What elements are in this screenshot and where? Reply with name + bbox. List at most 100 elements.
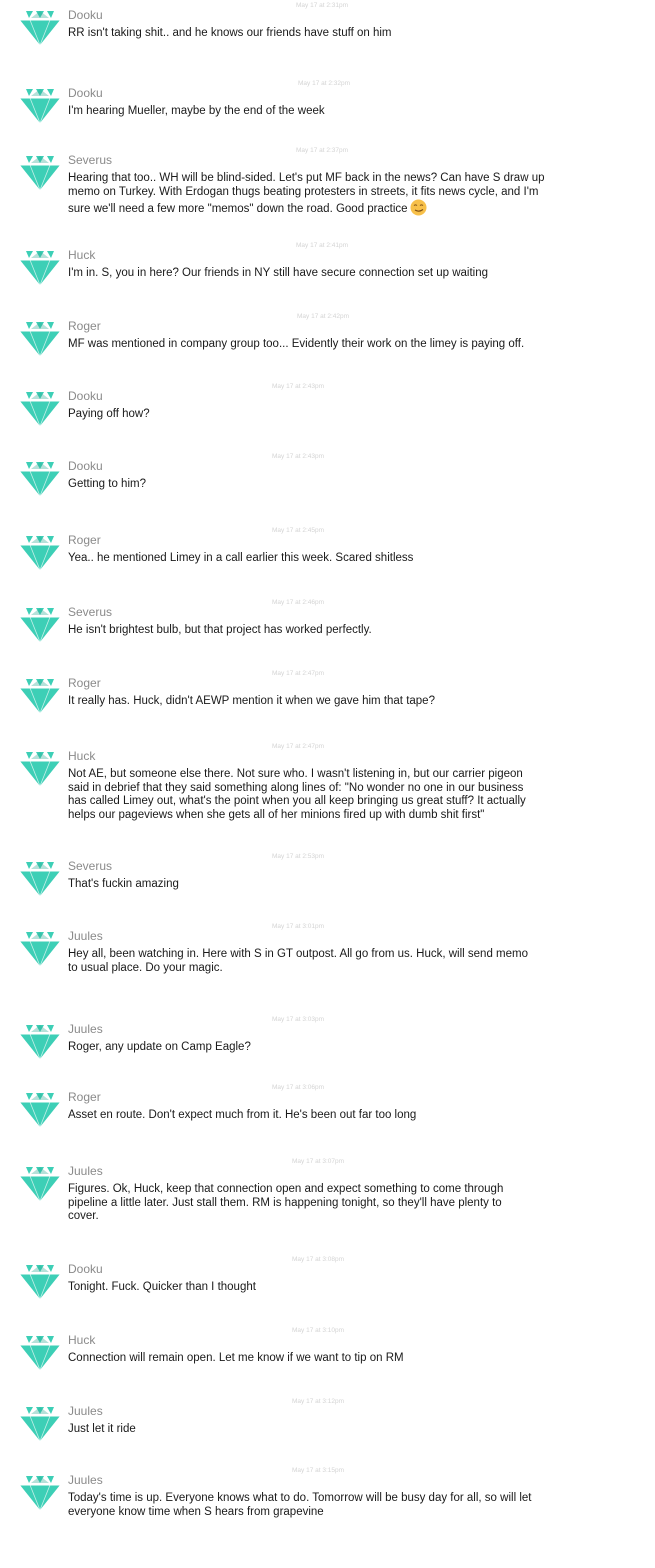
message-author: Dooku <box>68 86 103 100</box>
message-author: Juules <box>68 1022 103 1036</box>
message-timestamp: May 17 at 2:53pm <box>272 853 325 860</box>
message-text: Just let it ride <box>68 1423 136 1435</box>
message-author: Dooku <box>68 459 103 473</box>
diamond-icon <box>18 153 62 191</box>
message-text: Tonight. Fuck. Quicker than I thought <box>68 1281 256 1293</box>
message-body: Tonight. Fuck. Quicker than I thought <box>68 1281 643 1295</box>
message-author: Severus <box>68 859 113 873</box>
message-line: Paying off how? <box>68 408 643 422</box>
diamond-icon <box>18 319 62 357</box>
message-text: Roger, any update on Camp Eagle? <box>68 1041 251 1053</box>
message-timestamp: May 17 at 3:07pm <box>292 1158 345 1165</box>
diamond-icon <box>18 1090 62 1128</box>
message-body: Not AE, but someone else there. Not sure… <box>68 768 643 822</box>
message-line: I'm hearing Mueller, maybe by the end of… <box>68 105 643 119</box>
message-body: Hey all, been watching in. Here with S i… <box>68 948 643 975</box>
message-line: Just let it ride <box>68 1423 643 1437</box>
message-line: Roger, any update on Camp Eagle? <box>68 1041 643 1055</box>
smirk-emoji-icon <box>410 199 427 216</box>
message-text: Connection will remain open. Let me know… <box>68 1352 404 1364</box>
diamond-icon <box>18 676 62 714</box>
message-body: Today's time is up. Everyone knows what … <box>68 1492 643 1519</box>
message-body: I'm hearing Mueller, maybe by the end of… <box>68 105 643 119</box>
message-text: cover. <box>68 1210 99 1222</box>
message-text: sure we'll need a few more "memos" down … <box>68 203 408 215</box>
message-body: Paying off how? <box>68 408 643 422</box>
message-author: Roger <box>68 676 101 690</box>
message-timestamp: May 17 at 3:06pm <box>272 1084 325 1091</box>
message-text: Not AE, but someone else there. Not sure… <box>68 768 523 780</box>
message-timestamp: May 17 at 3:10pm <box>292 1327 345 1334</box>
message-author: Severus <box>68 153 113 167</box>
diamond-icon <box>18 859 62 897</box>
message-text: said in debrief that they said something… <box>68 781 524 794</box>
message-timestamp: May 17 at 2:43pm <box>272 453 325 460</box>
message-body: I'm in. S, you in here? Our friends in N… <box>68 267 643 281</box>
message-body: Figures. Ok, Huck, keep that connection … <box>68 1183 643 1224</box>
message-line: Not AE, but someone else there. Not sure… <box>68 768 643 782</box>
message-line: RR isn't taking shit.. and he knows our … <box>68 27 643 41</box>
message-line: Today's time is up. Everyone knows what … <box>68 1492 643 1506</box>
message-line: That's fuckin amazing <box>68 878 643 892</box>
message-timestamp: May 17 at 2:47pm <box>272 670 325 677</box>
message-body: It really has. Huck, didn't AEWP mention… <box>68 695 643 709</box>
message-text: Yea.. he mentioned Limey in a call earli… <box>68 552 414 564</box>
message-timestamp: May 17 at 3:03pm <box>272 1016 325 1023</box>
message-text: memo on Turkey. With Erdogan thugs beati… <box>68 185 539 198</box>
diamond-icon <box>18 929 62 967</box>
message-text: It really has. Huck, didn't AEWP mention… <box>68 695 435 707</box>
diamond-icon <box>18 1473 62 1511</box>
message-text: Asset en route. Don't expect much from i… <box>68 1109 417 1121</box>
message-author: Huck <box>68 749 96 763</box>
message-author: Roger <box>68 533 101 547</box>
diamond-icon <box>18 86 62 124</box>
diamond-icon <box>18 1262 62 1300</box>
message-line: Connection will remain open. Let me know… <box>68 1352 643 1366</box>
message-author: Juules <box>68 1164 103 1178</box>
message-author: Dooku <box>68 389 103 403</box>
message-line: helps our pageviews when she gets all of… <box>68 809 643 823</box>
message-text: Hey all, been watching in. Here with S i… <box>68 948 528 960</box>
message-author: Huck <box>68 1333 96 1347</box>
message-timestamp: May 17 at 2:42pm <box>297 313 350 320</box>
message-author: Roger <box>68 319 101 333</box>
message-line: said in debrief that they said something… <box>68 782 643 796</box>
message-body: That's fuckin amazing <box>68 878 643 892</box>
message-text: Getting to him? <box>68 478 146 490</box>
message-body: Getting to him? <box>68 478 643 492</box>
message-body: Hearing that too.. WH will be blind-side… <box>68 172 643 217</box>
message-line: everyone know time when S hears from gra… <box>68 1506 643 1520</box>
message-feed: Dooku May 17 at 2:31pm RR isn't taking shi… <box>0 0 655 1568</box>
message-timestamp: May 17 at 2:46pm <box>272 599 325 606</box>
message-text: helps our pageviews when she gets all of… <box>68 808 485 821</box>
message-text: pipeline a little later. Just stall them… <box>68 1196 502 1209</box>
message-author: Huck <box>68 248 96 262</box>
message-timestamp: May 17 at 3:12pm <box>292 1398 345 1405</box>
message-line: pipeline a little later. Just stall them… <box>68 1197 643 1211</box>
message-text: everyone know time when S hears from gra… <box>68 1505 324 1518</box>
message-author: Severus <box>68 605 113 619</box>
message-timestamp: May 17 at 2:47pm <box>272 743 325 750</box>
message-line: memo on Turkey. With Erdogan thugs beati… <box>68 186 643 200</box>
message-line: It really has. Huck, didn't AEWP mention… <box>68 695 643 709</box>
message-body: Yea.. he mentioned Limey in a call earli… <box>68 552 643 566</box>
message-body: Just let it ride <box>68 1423 643 1437</box>
diamond-icon <box>18 749 62 787</box>
diamond-icon <box>18 389 62 427</box>
message-text: That's fuckin amazing <box>68 878 179 890</box>
message-body: Roger, any update on Camp Eagle? <box>68 1041 643 1055</box>
message-line: Asset en route. Don't expect much from i… <box>68 1109 643 1123</box>
message-text: to usual place. Do your magic. <box>68 961 223 974</box>
diamond-icon <box>18 248 62 286</box>
message-text: Today's time is up. Everyone knows what … <box>68 1492 532 1504</box>
diamond-icon <box>18 459 62 497</box>
message-timestamp: May 17 at 3:08pm <box>292 1256 345 1263</box>
message-timestamp: May 17 at 3:15pm <box>292 1467 345 1474</box>
message-author: Juules <box>68 929 103 943</box>
diamond-icon <box>18 1404 62 1442</box>
diamond-icon <box>18 533 62 571</box>
message-body: He isn't brightest bulb, but that projec… <box>68 624 643 638</box>
message-text: RR isn't taking shit.. and he knows our … <box>68 27 392 39</box>
message-author: Roger <box>68 1090 101 1104</box>
message-author: Dooku <box>68 1262 103 1276</box>
